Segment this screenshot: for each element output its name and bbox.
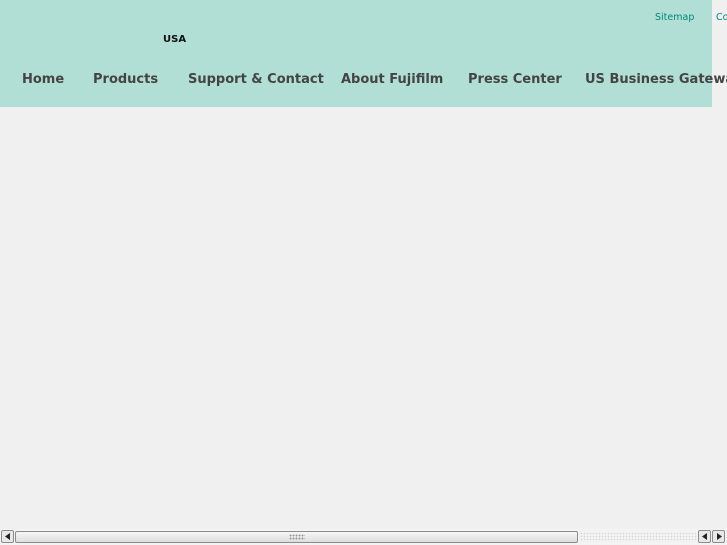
contact-link[interactable]: Co [716, 12, 727, 23]
scroll-left-arrow-icon[interactable] [1, 530, 14, 543]
scrollbar-track[interactable] [580, 532, 697, 542]
sitemap-link[interactable]: Sitemap [655, 12, 694, 23]
scrollbar-grip-icon [289, 534, 305, 540]
nav-home[interactable]: Home [22, 72, 64, 87]
region-label: USA [163, 34, 187, 45]
scrollbar-thumb[interactable] [15, 531, 578, 543]
nav-about-fujifilm[interactable]: About Fujifilm [341, 72, 443, 87]
site-header: Sitemap USA Home Products Support & Cont… [0, 0, 727, 107]
nav-press-center[interactable]: Press Center [468, 72, 562, 87]
scroll-left-arrow-icon[interactable] [698, 530, 711, 543]
nav-us-business-gateway[interactable]: US Business Gateway [585, 72, 727, 87]
nav-support-contact[interactable]: Support & Contact [188, 72, 324, 87]
horizontal-scrollbar[interactable] [0, 529, 727, 545]
scroll-right-arrow-icon[interactable] [712, 530, 725, 543]
nav-products[interactable]: Products [93, 72, 158, 87]
utility-overflow: Co [712, 0, 727, 107]
